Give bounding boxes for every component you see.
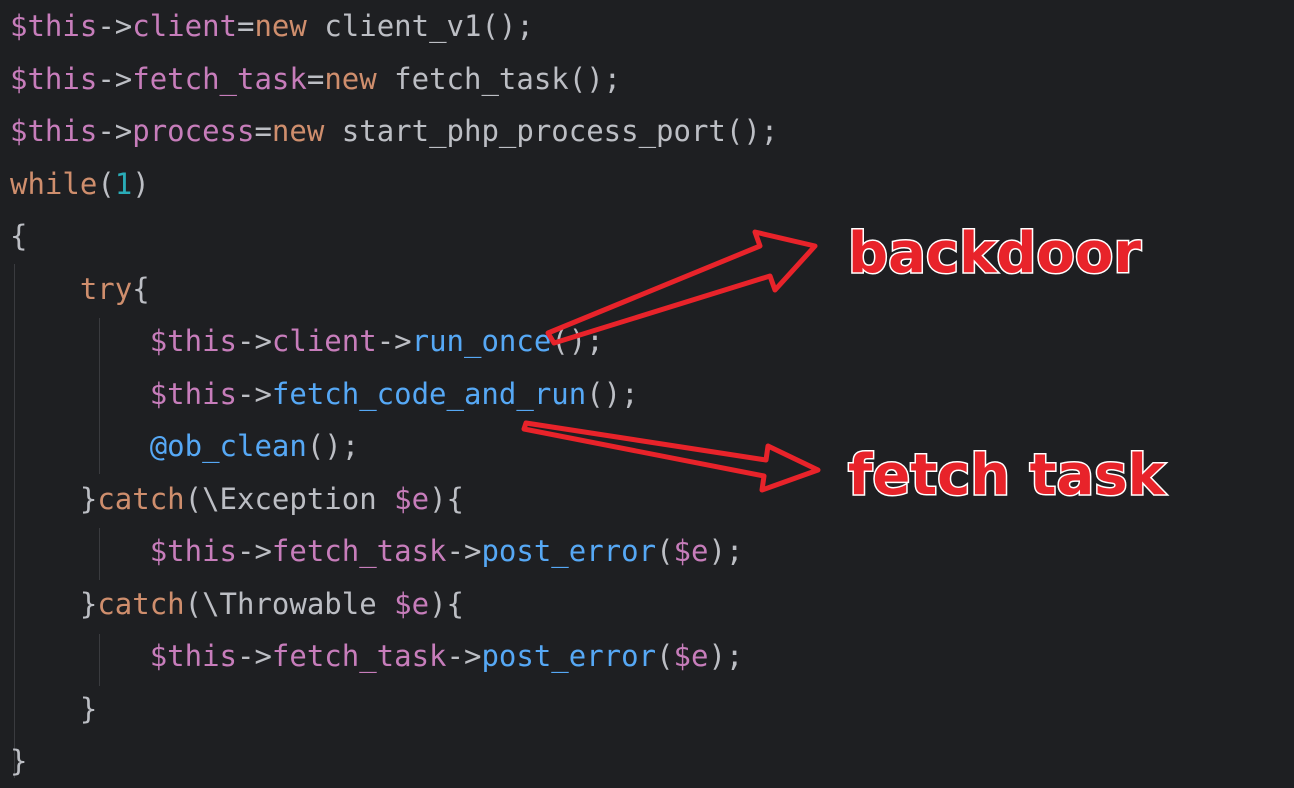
code-token: $this bbox=[10, 61, 98, 96]
code-line: $this->process=new start_php_process_por… bbox=[10, 105, 778, 157]
code-token: client_v1(); bbox=[306, 9, 534, 43]
code-token: { bbox=[132, 271, 150, 306]
code-token: while bbox=[10, 166, 98, 201]
code-token: ); bbox=[708, 534, 744, 568]
code-token: -> bbox=[97, 9, 133, 43]
code-token: fetch_task(); bbox=[376, 61, 622, 96]
code-token: fetch_code_and_run bbox=[271, 376, 587, 411]
code-token: ); bbox=[708, 639, 744, 673]
code-token: $this bbox=[10, 9, 98, 43]
code-token: @ob_clean bbox=[149, 429, 307, 463]
code-token: -> bbox=[97, 61, 133, 96]
code-token: post_error bbox=[481, 639, 657, 673]
code-token: = bbox=[254, 114, 272, 148]
code-token: $this bbox=[149, 324, 237, 358]
code-token: $e bbox=[394, 586, 430, 621]
code-token: $e bbox=[394, 481, 430, 516]
code-token: post_error bbox=[481, 534, 657, 568]
code-token: client bbox=[132, 9, 237, 43]
code-token: ( bbox=[656, 534, 674, 568]
code-token: new bbox=[254, 9, 307, 43]
code-token: -> bbox=[237, 324, 272, 358]
code-token: ( bbox=[97, 166, 115, 201]
code-token: = bbox=[306, 61, 325, 96]
code-token: -> bbox=[97, 114, 133, 148]
code-token: -> bbox=[376, 324, 412, 358]
code-token: try bbox=[79, 271, 133, 306]
code-token: $this bbox=[10, 114, 98, 148]
code-token: $e bbox=[673, 534, 709, 568]
code-token: } bbox=[10, 481, 98, 516]
code-token: catch bbox=[97, 586, 185, 621]
code-token: ){ bbox=[429, 481, 464, 516]
code-token: $e bbox=[673, 639, 709, 673]
code-token: ) bbox=[132, 166, 150, 201]
code-token: start_php_process_port(); bbox=[324, 114, 779, 148]
code-token: process bbox=[132, 114, 255, 148]
code-line: $this->client=new client_v1(); bbox=[10, 0, 534, 52]
code-token: -> bbox=[237, 639, 272, 673]
code-line: $this->fetch_code_and_run(); bbox=[10, 368, 639, 420]
code-line: }catch(\Throwable $e){ bbox=[10, 578, 464, 630]
code-token: } bbox=[10, 586, 98, 621]
code-editor: $this->client=new client_v1(); $this->fet… bbox=[0, 0, 1294, 788]
code-token: $this bbox=[149, 639, 237, 673]
code-token: (\Exception bbox=[184, 481, 395, 516]
code-token: -> bbox=[446, 639, 482, 673]
code-token: fetch_task bbox=[271, 639, 447, 673]
code-token: -> bbox=[237, 534, 272, 568]
code-token: catch bbox=[97, 481, 185, 516]
code-line: { bbox=[10, 210, 27, 262]
code-token: (); bbox=[586, 376, 639, 411]
code-token: $this bbox=[149, 534, 237, 568]
code-line: $this->fetch_task->post_error($e); bbox=[10, 525, 744, 577]
arrow-to-fetch-task-icon bbox=[521, 420, 821, 493]
code-line: } bbox=[10, 683, 97, 735]
code-line: @ob_clean(); bbox=[10, 420, 360, 472]
code-token: ( bbox=[656, 639, 674, 673]
code-line: }catch(\Exception $e){ bbox=[10, 473, 464, 525]
code-line: $this->client->run_once(); bbox=[10, 315, 604, 367]
fetch-task-label: fetch task bbox=[848, 443, 1167, 508]
backdoor-label: backdoor bbox=[848, 221, 1141, 286]
code-token: run_once bbox=[411, 324, 552, 358]
code-token: fetch_task bbox=[132, 61, 307, 96]
code-token: ){ bbox=[429, 586, 464, 621]
code-line: $this->fetch_task->post_error($e); bbox=[10, 630, 744, 682]
code-token: = bbox=[237, 9, 255, 43]
code-token: new bbox=[271, 114, 325, 148]
code-line: } bbox=[10, 735, 27, 787]
code-token: new bbox=[324, 61, 377, 96]
code-token: (\Throwable bbox=[184, 586, 395, 621]
code-token: (); bbox=[551, 324, 604, 358]
code-token: fetch_task bbox=[271, 534, 447, 568]
code-token: (); bbox=[306, 429, 360, 463]
code-token: $this bbox=[149, 376, 237, 411]
code-token: } bbox=[10, 691, 98, 726]
code-token: { bbox=[10, 219, 28, 253]
code-token: } bbox=[10, 744, 28, 778]
code-token: -> bbox=[237, 376, 272, 411]
code-token: client bbox=[271, 324, 377, 358]
code-line: try{ bbox=[10, 263, 150, 315]
code-token: 1 bbox=[114, 166, 133, 201]
code-token: -> bbox=[446, 534, 482, 568]
code-line: while(1) bbox=[10, 158, 150, 210]
code-line: $this->fetch_task=new fetch_task(); bbox=[10, 53, 621, 105]
